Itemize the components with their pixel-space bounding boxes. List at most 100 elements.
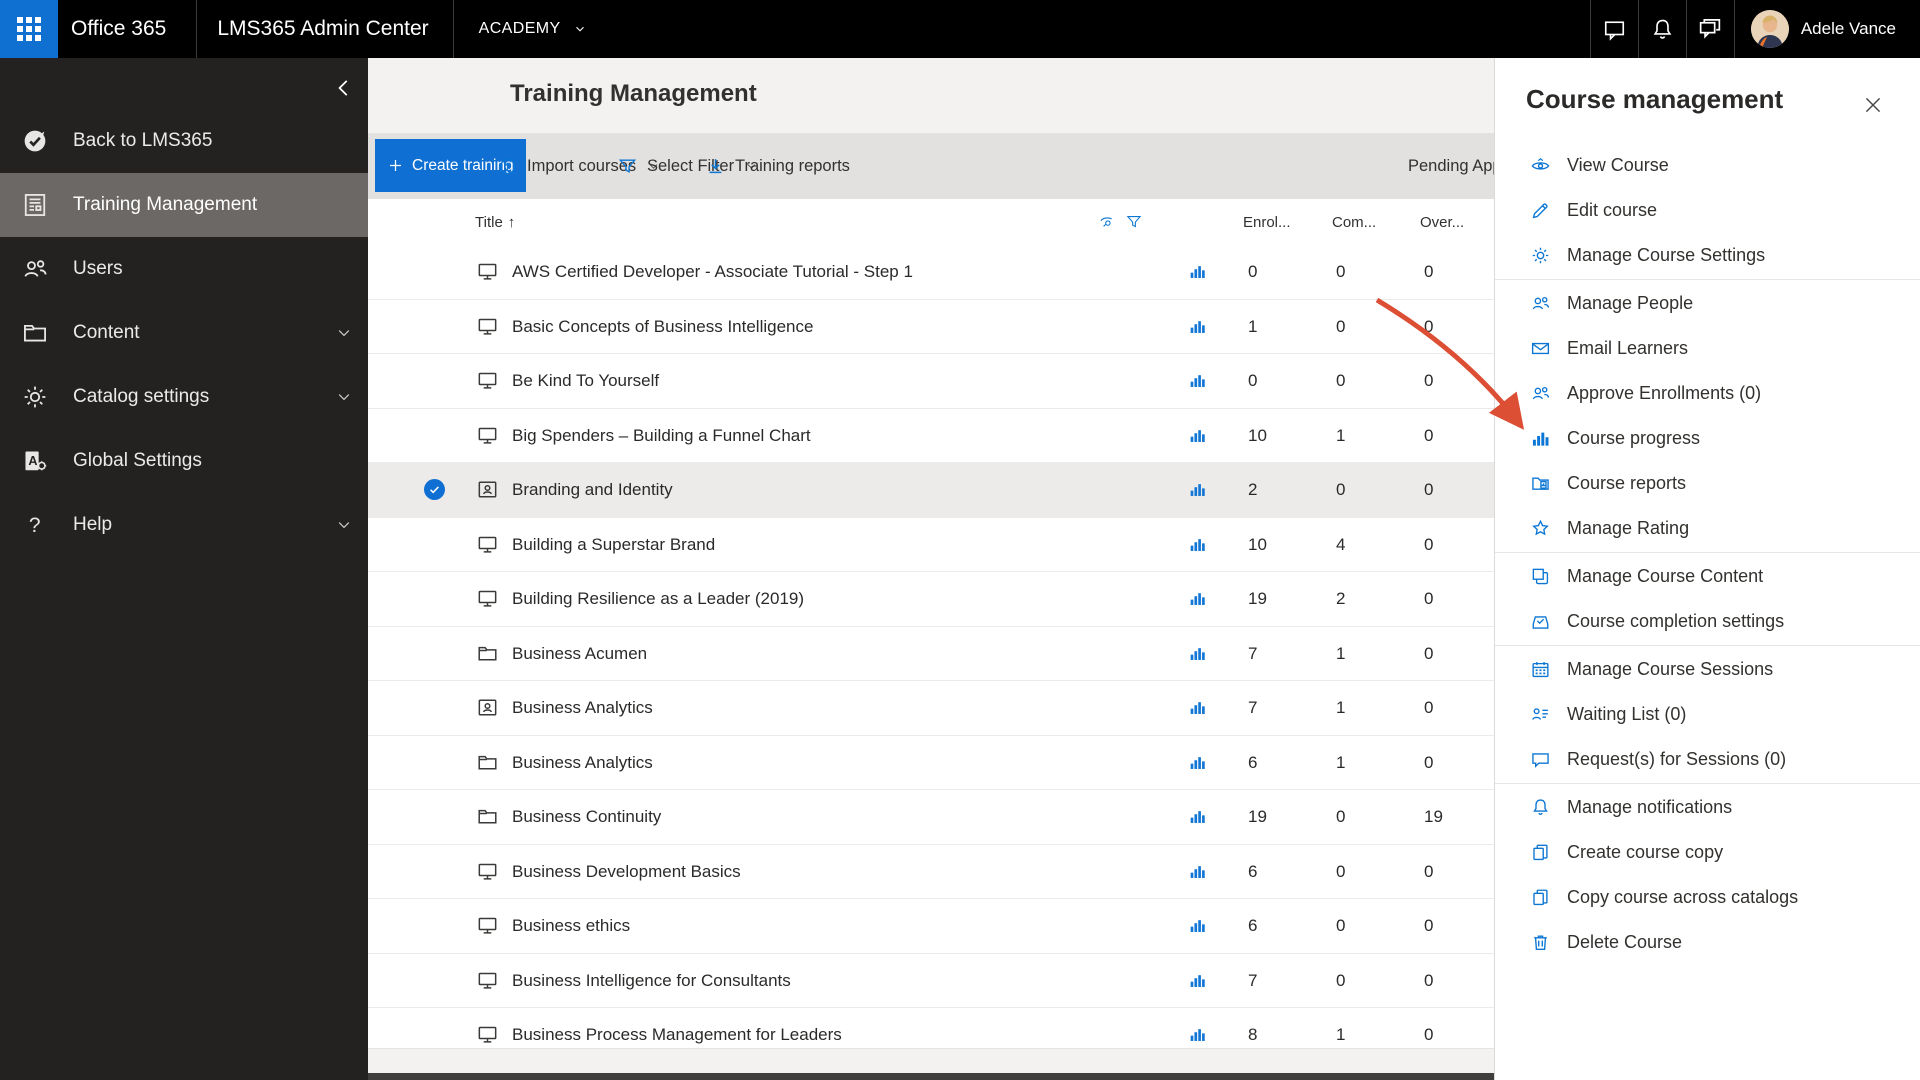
sidebar-item-training-management[interactable]: Training Management bbox=[0, 173, 368, 237]
panel-item-course-progress[interactable]: Course progress bbox=[1495, 416, 1920, 461]
panel-item-request-s-for-sessions-0[interactable]: Request(s) for Sessions (0) bbox=[1495, 737, 1920, 782]
course-title: Business Continuity bbox=[512, 807, 662, 826]
panel-item-manage-notifications[interactable]: Manage notifications bbox=[1495, 785, 1920, 830]
panel-item-create-course-copy[interactable]: Create course copy bbox=[1495, 830, 1920, 875]
course-title: Business Analytics bbox=[512, 752, 653, 772]
enrolled-count: 10 bbox=[1248, 425, 1267, 445]
monitor-icon bbox=[476, 369, 499, 392]
page-title: Training Management bbox=[510, 80, 757, 107]
sidebar-collapse-button[interactable] bbox=[326, 70, 362, 106]
sidebar-item-catalog-settings[interactable]: Catalog settings bbox=[0, 365, 368, 429]
user-name[interactable]: Adele Vance bbox=[1801, 19, 1896, 39]
panel-item-label: Delete Course bbox=[1567, 932, 1683, 952]
notifications-button[interactable] bbox=[1639, 0, 1686, 58]
sidebar-nav: Back to LMS365 Training Management Users… bbox=[0, 109, 368, 557]
app-launcher-button[interactable] bbox=[0, 0, 58, 58]
eye-icon bbox=[1530, 155, 1551, 176]
catalog-selector[interactable]: ACADEMY bbox=[454, 0, 603, 58]
panel-item-manage-course-settings[interactable]: Manage Course Settings bbox=[1495, 233, 1920, 278]
monitor-icon bbox=[476, 587, 499, 610]
sidebar-item-help[interactable]: ? Help bbox=[0, 493, 368, 557]
brand-lms365-admin-center[interactable]: LMS365 Admin Center bbox=[197, 0, 452, 58]
chat-icon bbox=[1530, 749, 1551, 770]
column-funnel-icon[interactable] bbox=[1125, 199, 1143, 245]
selected-check-badge[interactable] bbox=[424, 479, 445, 500]
course-progress-chart-icon[interactable] bbox=[1188, 317, 1207, 336]
course-progress-chart-icon[interactable] bbox=[1188, 916, 1207, 935]
overdue-count: 0 bbox=[1424, 643, 1434, 663]
completed-count: 1 bbox=[1336, 425, 1346, 445]
copy-icon bbox=[1530, 887, 1551, 908]
course-progress-chart-icon[interactable] bbox=[1188, 698, 1207, 717]
panel-item-approve-enrollments-0[interactable]: Approve Enrollments (0) bbox=[1495, 371, 1920, 416]
panel-item-copy-course-across-catalogs[interactable]: Copy course across catalogs bbox=[1495, 875, 1920, 920]
brand-office365[interactable]: Office 365 bbox=[58, 0, 196, 58]
panel-item-manage-course-sessions[interactable]: Manage Course Sessions bbox=[1495, 647, 1920, 692]
trash-icon bbox=[1530, 932, 1551, 953]
topbar-divider bbox=[1733, 0, 1735, 58]
overdue-count: 0 bbox=[1424, 916, 1434, 935]
panel-item-manage-course-content[interactable]: Manage Course Content bbox=[1495, 554, 1920, 599]
sidebar-item-back-to-lms365[interactable]: Back to LMS365 bbox=[0, 109, 368, 173]
panel-title: Course management bbox=[1526, 84, 1784, 114]
overdue-count: 0 bbox=[1424, 480, 1434, 499]
panel-item-waiting-list-0[interactable]: Waiting List (0) bbox=[1495, 692, 1920, 737]
course-progress-chart-icon[interactable] bbox=[1188, 862, 1207, 881]
panel-item-course-completion-settings[interactable]: Course completion settings bbox=[1495, 599, 1920, 644]
sidebar-item-global-settings[interactable]: A Global Settings bbox=[0, 429, 368, 493]
column-header-completed[interactable]: Com... bbox=[1332, 199, 1376, 245]
column-header-overdue[interactable]: Over... bbox=[1420, 199, 1464, 245]
bell-icon bbox=[1530, 797, 1551, 818]
panel-item-course-reports[interactable]: Course reports bbox=[1495, 461, 1920, 506]
folder-icon bbox=[476, 805, 499, 828]
users-icon bbox=[1530, 293, 1551, 314]
panel-item-label: Edit course bbox=[1567, 200, 1658, 220]
sidebar-item-users[interactable]: Users bbox=[0, 237, 368, 301]
panel-item-manage-rating[interactable]: Manage Rating bbox=[1495, 506, 1920, 551]
chat-button[interactable] bbox=[1591, 0, 1638, 58]
bell-icon bbox=[1650, 17, 1675, 42]
course-progress-chart-icon[interactable] bbox=[1188, 807, 1207, 826]
download-icon bbox=[705, 156, 726, 177]
course-progress-chart-icon[interactable] bbox=[1188, 535, 1207, 554]
panel-item-view-course[interactable]: View Course bbox=[1495, 143, 1920, 188]
training-reports-button[interactable]: Training reports bbox=[705, 133, 850, 199]
overdue-count: 0 bbox=[1424, 752, 1434, 772]
chevron-down-icon bbox=[573, 22, 587, 36]
user-avatar[interactable] bbox=[1750, 10, 1789, 48]
panel-item-email-learners[interactable]: Email Learners bbox=[1495, 326, 1920, 371]
overdue-count: 0 bbox=[1424, 970, 1434, 990]
course-progress-chart-icon[interactable] bbox=[1188, 262, 1207, 281]
panel-close-button[interactable] bbox=[1862, 90, 1892, 120]
sidebar-item-content[interactable]: Content bbox=[0, 301, 368, 365]
panel-item-delete-course[interactable]: Delete Course bbox=[1495, 920, 1920, 965]
enrolled-count: 0 bbox=[1248, 371, 1258, 390]
column-header-enrolled[interactable]: Enrol... bbox=[1243, 199, 1291, 245]
course-progress-chart-icon[interactable] bbox=[1188, 589, 1207, 608]
sidebar-item-label: Catalog settings bbox=[73, 386, 210, 407]
completed-count: 0 bbox=[1336, 480, 1346, 499]
monitor-icon bbox=[476, 315, 499, 338]
sidebar-item-label: Users bbox=[73, 258, 123, 279]
panel-divider bbox=[1495, 783, 1920, 784]
chevron-left-icon bbox=[333, 77, 355, 99]
feedback-button[interactable] bbox=[1687, 0, 1734, 58]
course-progress-chart-icon[interactable] bbox=[1188, 1025, 1207, 1044]
chevron-down-icon bbox=[336, 389, 352, 405]
global-settings-icon: A bbox=[21, 447, 49, 475]
course-progress-chart-icon[interactable] bbox=[1188, 371, 1207, 390]
course-title: Building Resilience as a Leader (2019) bbox=[512, 589, 805, 608]
course-progress-chart-icon[interactable] bbox=[1188, 426, 1207, 445]
course-progress-chart-icon[interactable] bbox=[1188, 480, 1207, 499]
sort-ascending-icon: ↑ bbox=[507, 213, 516, 231]
column-header-title[interactable]: Title ↑ bbox=[475, 199, 515, 245]
course-progress-chart-icon[interactable] bbox=[1188, 971, 1207, 990]
overdue-count: 19 bbox=[1424, 807, 1443, 826]
chevron-down-icon bbox=[336, 517, 352, 533]
course-title: Building a Superstar Brand bbox=[512, 534, 716, 554]
visibility-filter-icon[interactable] bbox=[1098, 199, 1116, 245]
course-progress-chart-icon[interactable] bbox=[1188, 753, 1207, 772]
panel-item-manage-people[interactable]: Manage People bbox=[1495, 281, 1920, 326]
course-progress-chart-icon[interactable] bbox=[1188, 644, 1207, 663]
panel-item-edit-course[interactable]: Edit course bbox=[1495, 188, 1920, 233]
